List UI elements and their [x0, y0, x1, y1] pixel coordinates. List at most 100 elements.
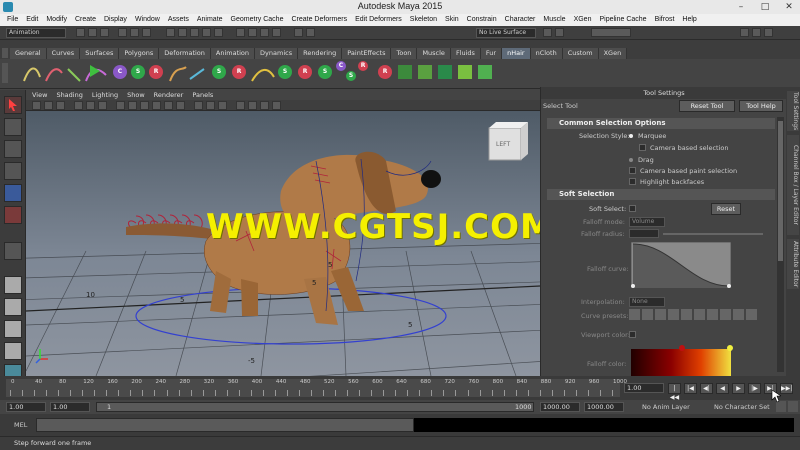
shelf-tab-dynamics[interactable]: Dynamics: [255, 48, 299, 59]
falloff-color-ramp[interactable]: [631, 349, 731, 376]
go-to-start-button[interactable]: |◀◀: [668, 383, 681, 401]
soft-select-checkbox[interactable]: [629, 205, 636, 212]
xray-icon[interactable]: [194, 101, 203, 110]
end-time-field[interactable]: 1000.00: [584, 402, 624, 412]
curve-preset-button[interactable]: [707, 309, 718, 320]
snap-point-icon[interactable]: [190, 28, 199, 37]
shelf-icon-r-3[interactable]: R: [298, 65, 312, 79]
ambient-occlusion-icon[interactable]: [236, 101, 245, 110]
viewcube-label[interactable]: LEFT: [496, 141, 510, 148]
side-tab-channel-box[interactable]: Channel Box / Layer Editor: [787, 135, 799, 235]
preferences-icon[interactable]: [788, 401, 798, 412]
side-by-side-layout-icon[interactable]: [4, 320, 22, 338]
playback-end-field[interactable]: 1000.00: [540, 402, 580, 412]
menu-skeleton[interactable]: Skeleton: [406, 14, 441, 26]
toggle-attr-icon[interactable]: [740, 28, 749, 37]
menu-edit-deformers[interactable]: Edit Deformers: [351, 14, 406, 26]
highlight-backfaces-checkbox[interactable]: [629, 178, 636, 185]
mel-label[interactable]: MEL: [14, 421, 27, 429]
shelf-tab-muscle[interactable]: Muscle: [417, 48, 451, 59]
wireframe-on-shaded-icon[interactable]: [140, 101, 149, 110]
bookmark-icon[interactable]: [44, 101, 53, 110]
current-frame-field[interactable]: 1.00: [624, 383, 664, 393]
hypershade-icon[interactable]: [294, 28, 303, 37]
shelf-tab-custom[interactable]: Custom: [562, 48, 599, 59]
soft-selection-header[interactable]: Soft Selection: [547, 189, 775, 200]
shelf-tab-polygons[interactable]: Polygons: [119, 48, 160, 59]
snap-grid-icon[interactable]: [166, 28, 175, 37]
menu-bifrost[interactable]: Bifrost: [651, 14, 679, 26]
last-tool-icon[interactable]: [4, 242, 22, 260]
lights-icon[interactable]: [164, 101, 173, 110]
ipr-icon[interactable]: [260, 28, 269, 37]
minimize-button[interactable]: –: [730, 0, 752, 14]
curve-preset-button[interactable]: [681, 309, 692, 320]
menuset-dropdown[interactable]: Animation: [6, 28, 66, 38]
menu-geometry-cache[interactable]: Geometry Cache: [227, 14, 288, 26]
save-scene-icon[interactable]: [100, 28, 109, 37]
toggle-channel-box-icon[interactable]: [764, 28, 773, 37]
select-component-icon[interactable]: [142, 28, 151, 37]
shelf-tab-general[interactable]: General: [10, 48, 47, 59]
select-hierarchy-icon[interactable]: [118, 28, 127, 37]
image-plane-icon[interactable]: [56, 101, 65, 110]
menu-edit[interactable]: Edit: [22, 14, 42, 26]
step-back-key-button[interactable]: |◀: [684, 383, 697, 394]
menu-pipeline-cache[interactable]: Pipeline Cache: [595, 14, 650, 26]
hair-system-icon[interactable]: [458, 65, 472, 79]
persp-graph-layout-icon[interactable]: [4, 342, 22, 360]
shelf-icon-r-1[interactable]: R: [149, 65, 163, 79]
snap-curve-icon[interactable]: [178, 28, 187, 37]
lasso-tool-icon[interactable]: [4, 118, 22, 136]
shelf-tab-surfaces[interactable]: Surfaces: [80, 48, 120, 59]
move-tool-icon[interactable]: [4, 162, 22, 180]
magnet-icon[interactable]: [306, 28, 315, 37]
anti-aliasing-icon[interactable]: [260, 101, 269, 110]
character-set-dropdown[interactable]: No Character Set: [714, 403, 770, 411]
shelf-menu-icon[interactable]: [2, 48, 8, 58]
curve-preset-button[interactable]: [629, 309, 640, 320]
four-view-layout-icon[interactable]: [4, 298, 22, 316]
shelf-icon-c-1[interactable]: C: [113, 65, 127, 79]
menu-assets[interactable]: Assets: [164, 14, 193, 26]
curve-preset-button[interactable]: [746, 309, 757, 320]
shelf-tab-fluids[interactable]: Fluids: [450, 48, 481, 59]
viewport-menu-view[interactable]: View: [32, 90, 47, 100]
input-output-icon[interactable]: [543, 28, 552, 37]
shelf-tab-animation[interactable]: Animation: [210, 48, 256, 59]
transform-field-icon[interactable]: [555, 28, 564, 37]
curve-preset-button[interactable]: [720, 309, 731, 320]
shelf-icon-r-2[interactable]: R: [232, 65, 246, 79]
menu-file[interactable]: File: [3, 14, 22, 26]
render-settings-icon[interactable]: [272, 28, 281, 37]
shelf-icon-s-5[interactable]: S: [346, 71, 356, 81]
select-object-icon[interactable]: [130, 28, 139, 37]
snap-live-icon[interactable]: [214, 28, 223, 37]
range-bar[interactable]: 1 1000: [96, 402, 534, 412]
maximize-button[interactable]: □: [754, 0, 776, 14]
perspective-viewport[interactable]: LEFT 10 5 5 -5 5 5 WWW.CGTSJ.COM: [26, 111, 540, 376]
menu-character[interactable]: Character: [501, 14, 540, 26]
grid-toggle-icon[interactable]: [74, 101, 83, 110]
curve-preset-button[interactable]: [668, 309, 679, 320]
play-hair-icon[interactable]: [90, 65, 100, 77]
reset-tool-button[interactable]: Reset Tool: [679, 100, 735, 112]
curve-preset-button[interactable]: [655, 309, 666, 320]
hair-display-icon[interactable]: [438, 65, 452, 79]
single-view-layout-icon[interactable]: [4, 276, 22, 294]
drag-radio[interactable]: [629, 158, 633, 162]
camera-based-selection-checkbox[interactable]: [639, 144, 646, 151]
hair-attr-icon[interactable]: [418, 65, 432, 79]
falloff-curve-graph[interactable]: [631, 242, 731, 288]
viewport-menu-shading[interactable]: Shading: [56, 90, 82, 100]
shelf-tab-deformation[interactable]: Deformation: [159, 48, 211, 59]
menu-display[interactable]: Display: [100, 14, 131, 26]
render-icon[interactable]: [248, 28, 257, 37]
scrollbar-thumb[interactable]: [778, 121, 783, 261]
viewport-menu-lighting[interactable]: Lighting: [92, 90, 118, 100]
viewport-menu-renderer[interactable]: Renderer: [154, 90, 184, 100]
live-surface-field[interactable]: No Live Surface: [476, 28, 536, 38]
textured-icon[interactable]: [152, 101, 161, 110]
shelf-icon-s-1[interactable]: S: [131, 65, 145, 79]
go-to-end-button[interactable]: ▶▶|: [780, 383, 793, 394]
